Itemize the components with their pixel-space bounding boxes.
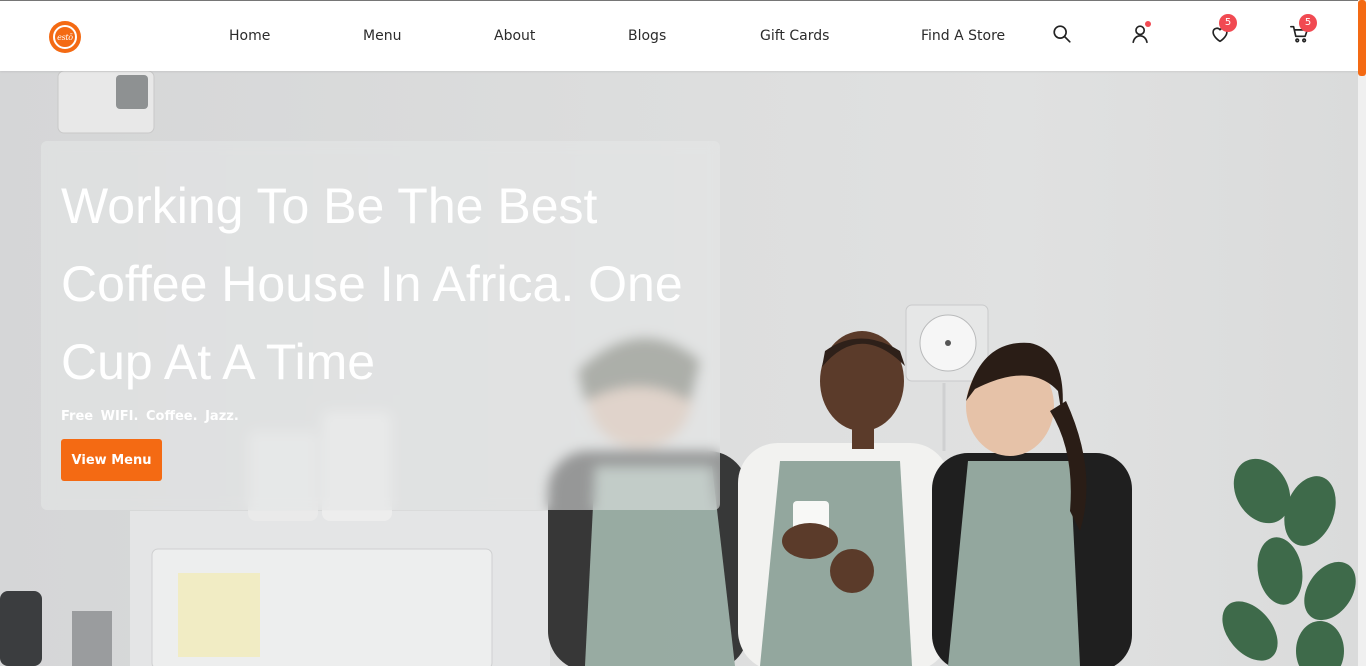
search-button[interactable]: [1051, 23, 1075, 47]
wishlist-count-badge: 5: [1219, 14, 1237, 32]
view-menu-button[interactable]: View Menu: [61, 439, 162, 481]
cart-count-badge: 5: [1299, 14, 1317, 32]
search-icon: [1053, 25, 1071, 43]
hero-tagline: Free WIFI. Coffee. Jazz.: [61, 409, 239, 424]
page-scrollbar[interactable]: [1358, 0, 1366, 666]
site-header: estō Home Menu About Blogs Gift Cards Fi…: [0, 1, 1358, 71]
barista-right: [932, 342, 1132, 666]
account-button[interactable]: [1130, 21, 1154, 47]
brand-logo[interactable]: estō: [49, 21, 81, 53]
brand-logo-text: estō: [53, 25, 77, 49]
account-notification-dot: [1145, 21, 1151, 27]
potted-plant: [1222, 458, 1356, 666]
hero-banner: Working To Be The Best Coffee House In A…: [0, 71, 1358, 666]
nav-blogs[interactable]: Blogs: [628, 27, 666, 45]
wishlist-button[interactable]: 5: [1209, 14, 1237, 47]
nav-gift-cards[interactable]: Gift Cards: [760, 27, 829, 45]
nav-about[interactable]: About: [494, 27, 535, 45]
scrollbar-thumb[interactable]: [1358, 0, 1366, 76]
hero-headline: Working To Be The Best Coffee House In A…: [61, 178, 683, 390]
nav-home[interactable]: Home: [229, 27, 270, 45]
wall-thermostat: [57, 71, 155, 134]
nav-find-a-store[interactable]: Find A Store: [921, 27, 1005, 45]
cart-button[interactable]: 5: [1289, 14, 1317, 47]
nav-menu[interactable]: Menu: [363, 27, 401, 45]
